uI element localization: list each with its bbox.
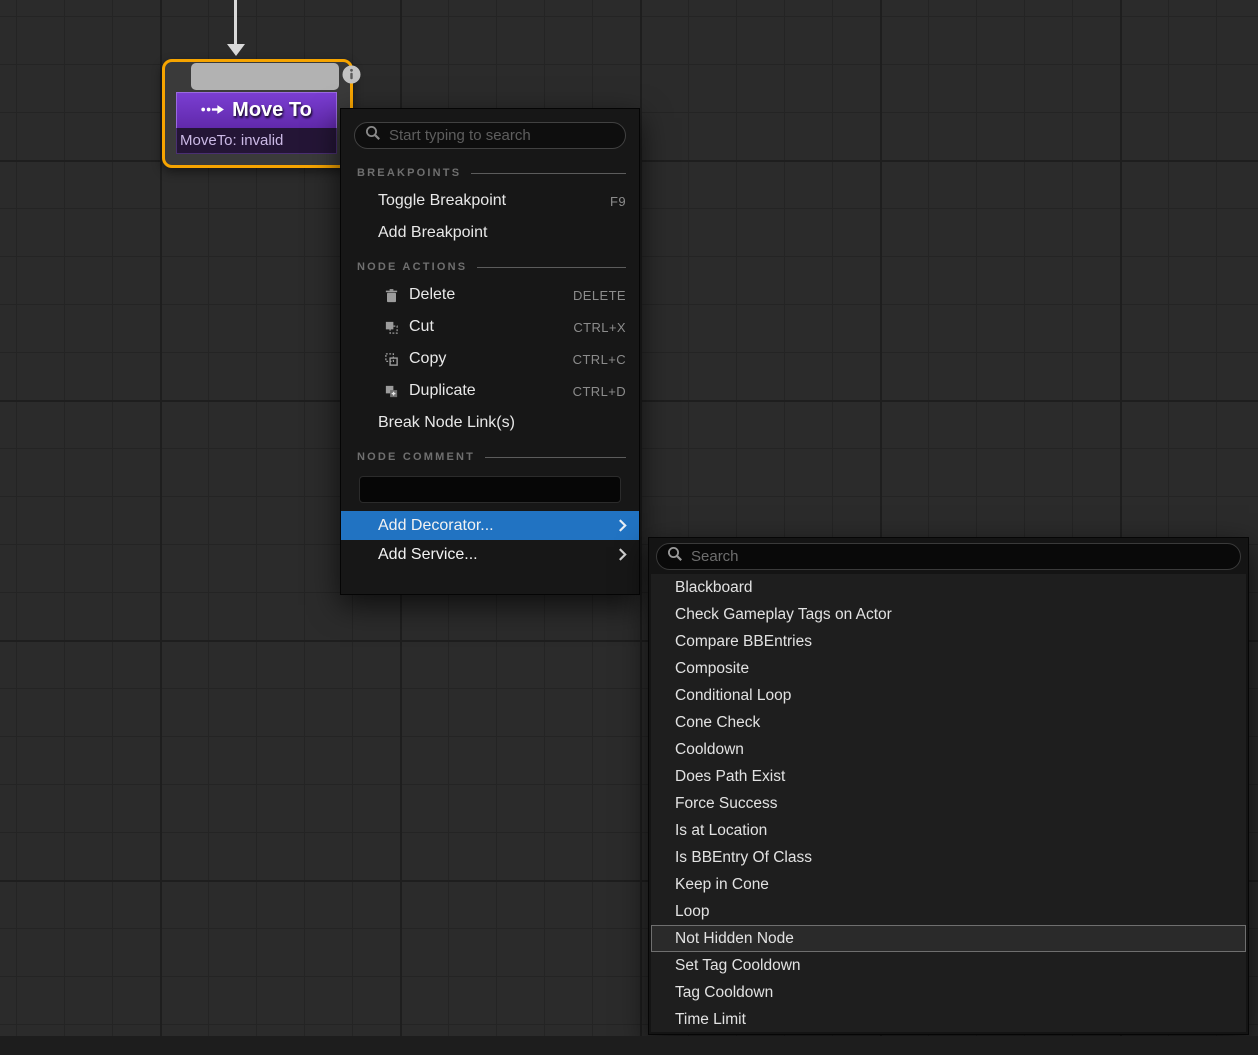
submenu-search[interactable] <box>656 543 1241 570</box>
section-divider <box>485 457 626 458</box>
decorator-item-keep-in-cone[interactable]: Keep in Cone <box>651 871 1246 898</box>
decorator-item-is-bbentry-of-class[interactable]: Is BBEntry Of Class <box>651 844 1246 871</box>
add-decorator-submenu: Blackboard Check Gameplay Tags on Actor … <box>648 537 1249 1035</box>
decorator-item-conditional-loop[interactable]: Conditional Loop <box>651 682 1246 709</box>
trash-icon <box>383 288 400 303</box>
node-comment-field[interactable] <box>359 476 621 503</box>
context-search-input[interactable] <box>389 127 615 144</box>
decorator-item-check-gameplay-tags[interactable]: Check Gameplay Tags on Actor <box>651 601 1246 628</box>
menu-item-add-breakpoint[interactable]: Add Breakpoint <box>341 217 639 249</box>
node-subtitle: MoveTo: invalid <box>180 132 283 149</box>
node-comment-bubble[interactable] <box>191 63 339 90</box>
menu-item-cut[interactable]: Cut CTRL+X <box>341 311 639 343</box>
decorator-item-cone-check[interactable]: Cone Check <box>651 709 1246 736</box>
parent-wire <box>234 0 237 44</box>
decorator-item-tag-cooldown[interactable]: Tag Cooldown <box>651 979 1246 1006</box>
decorator-list: Blackboard Check Gameplay Tags on Actor … <box>651 574 1246 1032</box>
shortcut-label: CTRL+C <box>573 352 626 367</box>
decorator-item-composite[interactable]: Composite <box>651 655 1246 682</box>
menu-item-delete[interactable]: Delete DELETE <box>341 279 639 311</box>
search-icon <box>667 546 683 567</box>
task-arrow-icon <box>201 102 225 120</box>
decorator-item-compare-bbentries[interactable]: Compare BBEntries <box>651 628 1246 655</box>
section-node-actions: NODE ACTIONS <box>341 249 639 279</box>
copy-icon <box>383 352 400 367</box>
wire-arrowhead-icon <box>227 44 245 56</box>
decorator-item-is-at-location[interactable]: Is at Location <box>651 817 1246 844</box>
decorator-item-time-limit[interactable]: Time Limit <box>651 1006 1246 1032</box>
menu-item-duplicate[interactable]: Duplicate CTRL+D <box>341 375 639 407</box>
section-divider <box>471 173 626 174</box>
decorator-item-not-hidden-node[interactable]: Not Hidden Node <box>651 925 1246 952</box>
decorator-item-blackboard[interactable]: Blackboard <box>651 574 1246 601</box>
menu-item-add-service[interactable]: Add Service... <box>341 540 639 569</box>
decorator-item-does-path-exist[interactable]: Does Path Exist <box>651 763 1246 790</box>
submenu-search-input[interactable] <box>691 548 1230 565</box>
menu-item-copy[interactable]: Copy CTRL+C <box>341 343 639 375</box>
node-info-badge-icon <box>342 65 361 89</box>
decorator-item-loop[interactable]: Loop <box>651 898 1246 925</box>
search-icon <box>365 125 381 146</box>
cut-icon <box>383 320 400 335</box>
node-title: Move To <box>232 99 312 122</box>
menu-item-toggle-breakpoint[interactable]: Toggle Breakpoint F9 <box>341 185 639 217</box>
shortcut-label: F9 <box>610 194 626 209</box>
menu-item-break-node-links[interactable]: Break Node Link(s) <box>341 407 639 439</box>
shortcut-label: CTRL+D <box>573 384 626 399</box>
context-menu-search[interactable] <box>354 122 626 149</box>
decorator-item-cooldown[interactable]: Cooldown <box>651 736 1246 763</box>
node-context-menu: BREAKPOINTS Toggle Breakpoint F9 Add Bre… <box>340 108 640 595</box>
decorator-item-force-success[interactable]: Force Success <box>651 790 1246 817</box>
menu-item-add-decorator[interactable]: Add Decorator... <box>341 511 639 540</box>
section-node-comment: NODE COMMENT <box>341 439 639 469</box>
move-to-node-header[interactable]: Move To <box>176 92 337 128</box>
viewport-bottom-edge <box>0 1036 1258 1055</box>
node-comment-input[interactable] <box>368 482 612 498</box>
move-to-node-description: MoveTo: invalid <box>176 128 337 154</box>
submenu-chevron-icon <box>618 519 627 532</box>
section-breakpoints: BREAKPOINTS <box>341 155 639 185</box>
decorator-item-set-tag-cooldown[interactable]: Set Tag Cooldown <box>651 952 1246 979</box>
section-divider <box>477 267 626 268</box>
duplicate-icon <box>383 384 400 399</box>
shortcut-label: DELETE <box>573 288 626 303</box>
shortcut-label: CTRL+X <box>573 320 626 335</box>
submenu-chevron-icon <box>618 548 627 561</box>
